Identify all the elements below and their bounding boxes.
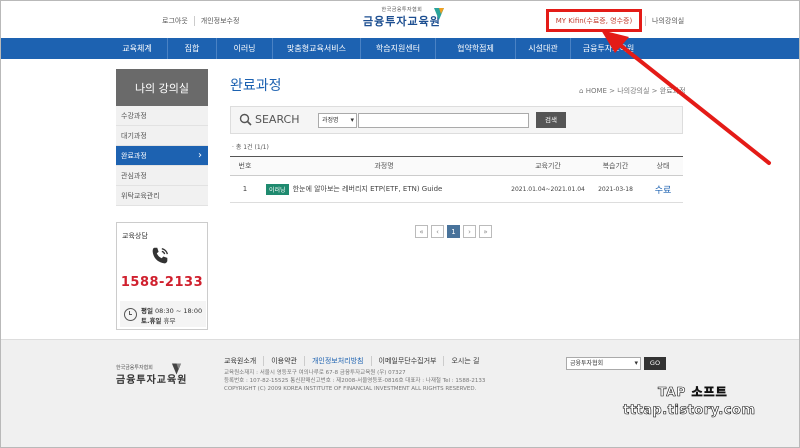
sidebar-item-consignment[interactable]: 위탁교육관리 — [116, 186, 208, 206]
col-no: 번호 — [238, 162, 252, 170]
course-table: 번호 과정명 교육기간 복습기간 상태 1 이러닝 한눈에 알아보는 레버리지 … — [230, 156, 683, 203]
site-logo[interactable]: 한국금융투자협회 금융투자교육원 — [363, 6, 441, 29]
nav-item-curriculum[interactable]: 교육체계 — [107, 38, 168, 59]
sidebar-item-completed[interactable]: 완료과정 — [116, 146, 208, 166]
watermark-line2: tttap.tistory.com — [623, 403, 756, 419]
hours-weekday: 평일 08:30 ~ 18:00 — [141, 307, 203, 315]
phone-icon — [152, 247, 169, 264]
footer-link-about[interactable]: 교육원소개 — [224, 356, 265, 366]
sidebar-item-waiting[interactable]: 대기과정 — [116, 126, 208, 146]
search-type-select[interactable]: 과정명 — [318, 113, 357, 128]
last-page-button[interactable]: » — [479, 225, 492, 238]
table-row: 1 이러닝 한눈에 알아보는 레버리지 ETP(ETF, ETN) Guide … — [230, 176, 683, 203]
footer-link-no-email[interactable]: 이메일무단수집거부 — [372, 356, 445, 366]
prev-page-button[interactable]: ‹ — [431, 225, 444, 238]
nav-item-facility[interactable]: 시설대관 — [516, 38, 571, 59]
util-links: 로그아웃 개인정보수정 — [156, 16, 245, 26]
nav-item-custom-service[interactable]: 맞춤형교육서비스 — [273, 38, 361, 59]
page-1-button[interactable]: 1 — [447, 225, 460, 238]
logo-subtitle: 한국금융투자협회 — [381, 7, 423, 13]
family-site-select[interactable]: 금융투자협회 — [566, 357, 641, 370]
consult-phone-number: 1588-2133 — [120, 275, 204, 290]
col-status: 상태 — [656, 162, 670, 170]
clock-icon — [124, 308, 137, 321]
footer-copyright: COPYRIGHT (C) 2009 KOREA INSTITUTE OF FI… — [224, 386, 477, 392]
row-review: 2021-03-18 — [598, 185, 633, 193]
footer-logo-title: 금융투자교육원 — [116, 375, 188, 386]
search-button[interactable]: 검색 — [536, 112, 566, 128]
my-lecture-link[interactable]: 나의강의실 — [645, 16, 684, 26]
sidebar-title: 나의 강의실 — [116, 69, 208, 106]
search-box: SEARCH 과정명 검색 — [230, 106, 683, 134]
consult-title: 교육상담 — [122, 232, 148, 240]
search-input[interactable] — [358, 113, 529, 128]
edit-profile-link[interactable]: 개인정보수정 — [195, 16, 246, 26]
page: 로그아웃 개인정보수정 한국금융투자협회 금융투자교육원 MY Kifin(수료… — [0, 0, 800, 448]
result-count: · 총 1건 (1/1) — [232, 144, 269, 151]
elearning-badge: 이러닝 — [266, 183, 289, 195]
row-period: 2021.01.04~2021.01.04 — [511, 185, 585, 193]
family-site-go-button[interactable]: GO — [644, 357, 666, 370]
next-page-button[interactable]: › — [463, 225, 476, 238]
footer-reg-line: 등록번호 : 107-82-15525 통신판매신고번호 : 제2008-서울영… — [224, 378, 486, 384]
search-icon — [239, 113, 252, 126]
watermark-line1: TAP 소프트 — [658, 385, 728, 400]
page-title: 완료과정 — [230, 78, 282, 94]
hours-weekend: 토.휴일 휴무 — [141, 317, 176, 325]
nav-item-institute[interactable]: 금융투자교육원 — [571, 38, 646, 59]
col-period: 교육기간 — [535, 162, 561, 170]
sidebar-item-interest[interactable]: 관심과정 — [116, 166, 208, 186]
nav-item-credit[interactable]: 협약학점제 — [436, 38, 516, 59]
footer-link-privacy[interactable]: 개인정보처리방침 — [305, 356, 372, 366]
row-no: 1 — [242, 185, 248, 193]
sidebar-item-enrolled[interactable]: 수강과정 — [116, 106, 208, 126]
nav-item-support-center[interactable]: 학습지원센터 — [361, 38, 436, 59]
main-nav: 교육체계 집합 이러닝 맞춤형교육서비스 학습지원센터 협약학점제 시설대관 금… — [1, 38, 799, 59]
table-header: 번호 과정명 교육기간 복습기간 상태 — [230, 156, 683, 176]
breadcrumb: ⌂ HOME > 나의강의실 > 완료과정 — [579, 87, 686, 95]
footer-address: 교육원소재지 : 서울시 영등포구 여의나루로 67-8 금융투자교육원 (우)… — [224, 369, 485, 393]
nav-item-group[interactable]: 집합 — [168, 38, 217, 59]
nav-item-elearning[interactable]: 이러닝 — [217, 38, 273, 59]
footer-links: 교육원소개 이용약관 개인정보처리방침 이메일무단수집거부 오시는 길 — [224, 356, 486, 366]
first-page-button[interactable]: « — [415, 225, 428, 238]
search-label: SEARCH — [239, 113, 300, 126]
my-kifin-link[interactable]: MY Kifin(수료증, 영수증) — [546, 9, 642, 32]
footer-address-line: 교육원소재지 : 서울시 영등포구 여의나루로 67-8 금융투자교육원 (우)… — [224, 370, 406, 376]
course-title-link[interactable]: 한눈에 알아보는 레버리지 ETP(ETF, ETN) Guide — [293, 184, 443, 194]
footer-link-terms[interactable]: 이용약관 — [264, 356, 305, 366]
logo-title: 금융투자교육원 — [363, 15, 441, 28]
top-bar: 로그아웃 개인정보수정 한국금융투자협회 금융투자교육원 MY Kifin(수료… — [1, 1, 799, 38]
col-course: 과정명 — [374, 162, 394, 170]
logo-mark-icon — [434, 8, 444, 20]
footer-logo-mark-icon — [171, 363, 182, 375]
footer-link-directions[interactable]: 오시는 길 — [444, 356, 486, 366]
logout-link[interactable]: 로그아웃 — [156, 16, 195, 26]
pagination: « ‹ 1 › » — [415, 225, 492, 238]
row-status[interactable]: 수료 — [643, 176, 683, 202]
home-icon[interactable]: ⌂ — [579, 87, 583, 95]
col-review: 복습기간 — [602, 162, 629, 170]
row-course[interactable]: 이러닝 한눈에 알아보는 레버리지 ETP(ETF, ETN) Guide — [260, 176, 508, 202]
consult-box: 교육상담 1588-2133 평일 08:30 ~ 18:00 토.휴일 휴무 — [116, 222, 208, 330]
consult-hours: 평일 08:30 ~ 18:00 토.휴일 휴무 — [120, 301, 206, 327]
sidebar-menu: 수강과정 대기과정 완료과정 관심과정 위탁교육관리 — [116, 106, 208, 206]
